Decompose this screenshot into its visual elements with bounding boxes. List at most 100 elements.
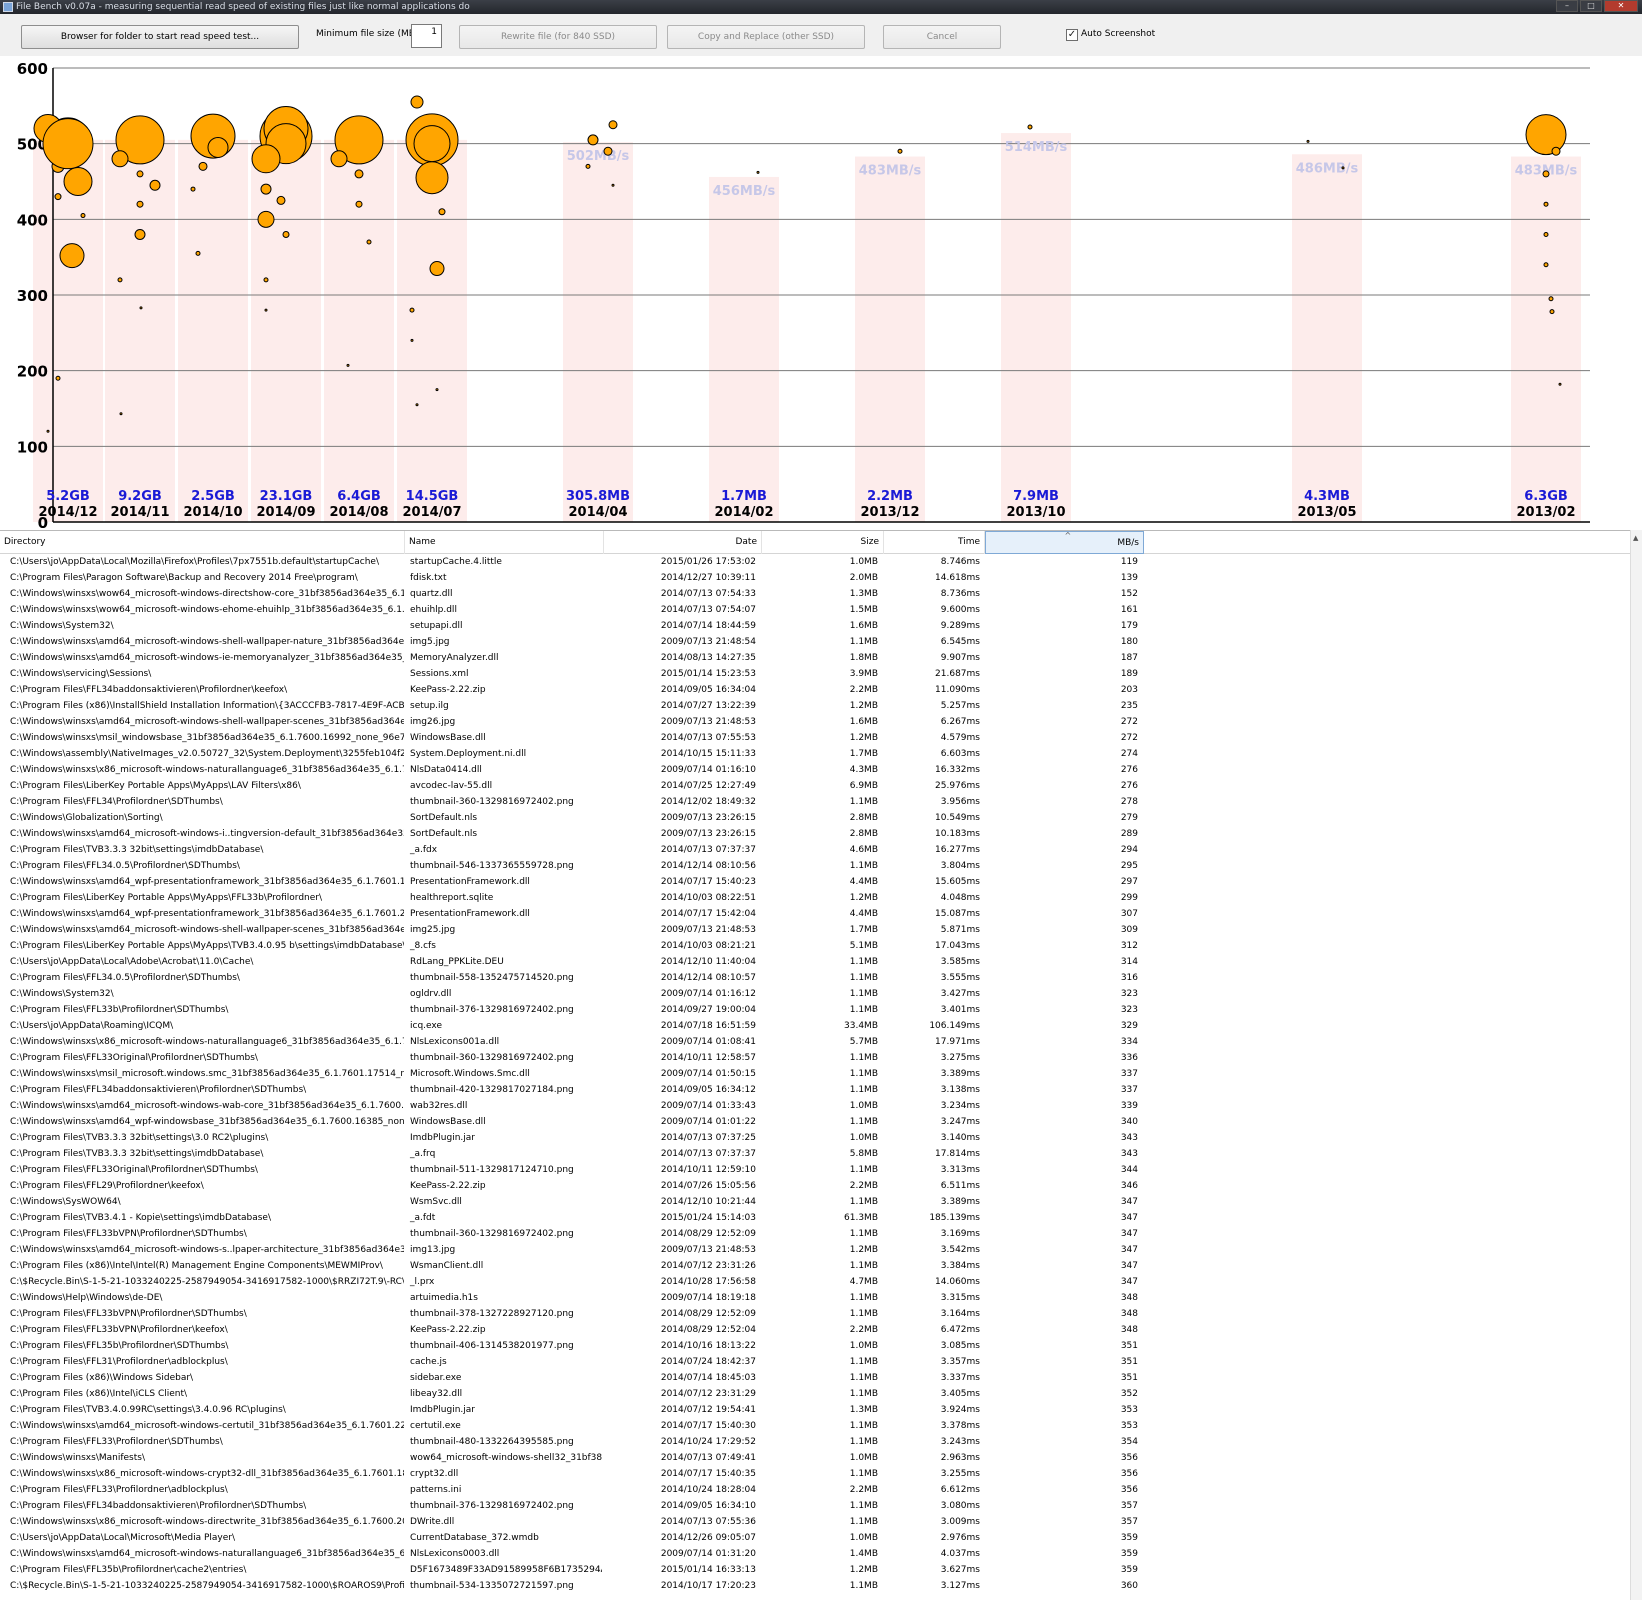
table-row[interactable]: C:\Windows\Globalization\Sorting\ SortDef… — [0, 810, 1630, 826]
table-row[interactable]: C:\Program Files\TVB3.4.1 - Kopie\settin… — [0, 1210, 1630, 1226]
table-row[interactable]: C:\Windows\winsxs\amd64_microsoft-window… — [0, 650, 1630, 666]
table-row[interactable]: C:\Windows\winsxs\amd64_microsoft-window… — [0, 714, 1630, 730]
table-row[interactable]: C:\Windows\System32\ ogldrv.dll 2009/07/14… — [0, 986, 1630, 1002]
cell-time: 9.907ms — [940, 653, 980, 663]
vertical-scrollbar[interactable]: ▲ — [1630, 530, 1642, 1600]
table-row[interactable]: C:\Windows\winsxs\x86_microsoft-windows-… — [0, 762, 1630, 778]
table-row[interactable]: C:\Windows\winsxs\x86_microsoft-windows-… — [0, 1034, 1630, 1050]
cell-name: SortDefault.nls — [410, 813, 478, 823]
table-row[interactable]: C:\Program Files\FFL33Original\Profilord… — [0, 1162, 1630, 1178]
table-row[interactable]: C:\Users\jo\AppData\Local\Microsoft\Medi… — [0, 1530, 1630, 1546]
table-row[interactable]: C:\Program Files\FFL34baddonsaktivieren\… — [0, 682, 1630, 698]
table-row[interactable]: C:\Windows\SysWOW64\ WsmSvc.dll 2014/12/10… — [0, 1194, 1630, 1210]
table-row[interactable]: C:\Program Files\FFL29\Profilordner\keef… — [0, 1178, 1630, 1194]
cell-date: 2014/10/03 08:21:21 — [660, 941, 756, 951]
cell-directory: C:\Windows\winsxs\wow64_microsoft-window… — [10, 589, 404, 599]
table-row[interactable]: C:\Windows\winsxs\amd64_microsoft-window… — [0, 922, 1630, 938]
table-row[interactable]: C:\Users\jo\AppData\Roaming\ICQM\ icq.exe… — [0, 1018, 1630, 1034]
table-row[interactable]: C:\Windows\servicing\Sessions\ Sessions.x… — [0, 666, 1630, 682]
table-row[interactable]: C:\Program Files\FFL35b\Profilordner\cac… — [0, 1562, 1630, 1578]
table-row[interactable]: C:\Windows\winsxs\Manifests\ wow64_micros… — [0, 1450, 1630, 1466]
table-row[interactable]: C:\Program Files\FFL35b\Profilordner\SDT… — [0, 1338, 1630, 1354]
column-header-time[interactable]: Time — [884, 531, 985, 554]
column-header-size[interactable]: Size — [762, 531, 884, 554]
table-row[interactable]: C:\Windows\assembly\NativeImages_v2.0.50… — [0, 746, 1630, 762]
cell-directory: C:\Program Files\FFL33Original\Profilord… — [10, 1165, 258, 1175]
cell-size: 2.0MB — [849, 573, 878, 583]
table-row[interactable]: C:\Windows\winsxs\amd64_wpf-presentation… — [0, 874, 1630, 890]
cell-date: 2009/07/14 01:01:22 — [660, 1117, 756, 1127]
table-row[interactable]: C:\Program Files\Paragon Software\Backup… — [0, 570, 1630, 586]
data-bubble — [1525, 114, 1567, 156]
maximize-button[interactable]: □ — [1580, 0, 1602, 12]
table-row[interactable]: C:\Program Files\TVB3.3.3 32bit\settings… — [0, 1130, 1630, 1146]
table-row[interactable]: C:\Program Files\FFL31\Profilordner\adbl… — [0, 1354, 1630, 1370]
table-row[interactable]: C:\Program Files\FFL34.0.5\Profilordner\… — [0, 858, 1630, 874]
table-row[interactable]: C:\Program Files\FFL34baddonsaktivieren\… — [0, 1498, 1630, 1514]
cell-mbs: 347 — [1120, 1213, 1138, 1223]
cell-date: 2014/12/26 09:05:07 — [660, 1533, 756, 1543]
table-row[interactable]: C:\Windows\winsxs\amd64_microsoft-window… — [0, 1242, 1630, 1258]
table-row[interactable]: C:\Users\jo\AppData\Local\Mozilla\Firefo… — [0, 554, 1630, 570]
table-row[interactable]: C:\Windows\winsxs\x86_microsoft-windows-… — [0, 1466, 1630, 1482]
rewrite-file-button[interactable]: Rewrite file (for 840 SSD) — [459, 25, 657, 49]
table-row[interactable]: C:\Windows\System32\ setupapi.dll 2014/07/… — [0, 618, 1630, 634]
copy-replace-button[interactable]: Copy and Replace (other SSD) — [667, 25, 865, 49]
table-row[interactable]: C:\Windows\winsxs\amd64_wpf-windowsbase_… — [0, 1114, 1630, 1130]
table-row[interactable]: C:\Windows\winsxs\msil_windowsbase_31bf3… — [0, 730, 1630, 746]
table-row[interactable]: C:\Windows\Help\Windows\de-DE\ artuimedia… — [0, 1290, 1630, 1306]
table-row[interactable]: C:\Windows\winsxs\amd64_microsoft-window… — [0, 634, 1630, 650]
table-row[interactable]: C:\Program Files\FFL33b\Profilordner\SDT… — [0, 1002, 1630, 1018]
table-header: Directory Name Date Size Time ^ MB/s — [0, 530, 1642, 554]
cancel-button[interactable]: Cancel — [883, 25, 1001, 49]
table-row[interactable]: C:\Windows\winsxs\wow64_microsoft-window… — [0, 586, 1630, 602]
data-bubble — [276, 195, 286, 205]
data-bubble — [438, 208, 446, 216]
column-header-directory[interactable]: Directory — [0, 531, 405, 554]
table-row[interactable]: C:\Windows\winsxs\amd64_wpf-presentation… — [0, 906, 1630, 922]
table-row[interactable]: C:\Program Files\FFL33\Profilordner\SDTh… — [0, 1434, 1630, 1450]
table-row[interactable]: C:\Windows\winsxs\msil_microsoft.windows… — [0, 1066, 1630, 1082]
table-row[interactable]: C:\Program Files\FFL33bVPN\Profilordner\… — [0, 1306, 1630, 1322]
band-size-label: 5.2GB — [46, 489, 90, 504]
table-row[interactable]: C:\Windows\winsxs\amd64_microsoft-window… — [0, 1546, 1630, 1562]
auto-screenshot-checkbox[interactable]: ✓ — [1066, 29, 1078, 41]
table-row[interactable]: C:\Program Files\TVB3.3.3 32bit\settings… — [0, 842, 1630, 858]
close-button[interactable]: ✕ — [1604, 0, 1638, 12]
table-row[interactable]: C:\Program Files\TVB3.4.0.99RC\settings\… — [0, 1402, 1630, 1418]
table-row[interactable]: C:\Program Files (x86)\Intel\Intel(R) Ma… — [0, 1258, 1630, 1274]
table-row[interactable]: C:\Program Files\LiberKey Portable Apps\… — [0, 778, 1630, 794]
cell-name: thumbnail-480-1332264395585.png — [410, 1437, 574, 1447]
table-row[interactable]: C:\Windows\winsxs\amd64_microsoft-window… — [0, 1098, 1630, 1114]
table-row[interactable]: C:\Program Files (x86)\Intel\iCLS Client… — [0, 1386, 1630, 1402]
table-row[interactable]: C:\Program Files\FFL34\Profilordner\SDTh… — [0, 794, 1630, 810]
scroll-up-icon[interactable]: ▲ — [1633, 534, 1640, 544]
band-month-label: 2014/08 — [329, 505, 388, 520]
min-size-input[interactable]: 1 — [411, 24, 442, 48]
table-row[interactable]: C:\Program Files\FFL33\Profilordner\adbl… — [0, 1482, 1630, 1498]
cell-mbs: 339 — [1120, 1101, 1138, 1111]
table-row[interactable]: C:\Program Files\LiberKey Portable Apps\… — [0, 938, 1630, 954]
column-header-name[interactable]: Name — [405, 531, 604, 554]
table-row[interactable]: C:\Program Files\FFL33bVPN\Profilordner\… — [0, 1322, 1630, 1338]
column-header-date[interactable]: Date — [604, 531, 762, 554]
table-row[interactable]: C:\Program Files\FFL33bVPN\Profilordner\… — [0, 1226, 1630, 1242]
minimize-button[interactable]: – — [1556, 0, 1578, 12]
table-row[interactable]: C:\Program Files\LiberKey Portable Apps\… — [0, 890, 1630, 906]
browse-folder-button[interactable]: Browser for folder to start read speed t… — [21, 25, 299, 49]
cell-size: 4.4MB — [849, 877, 878, 887]
table-row[interactable]: C:\Windows\winsxs\amd64_microsoft-window… — [0, 1418, 1630, 1434]
table-row[interactable]: C:\Program Files\TVB3.3.3 32bit\settings… — [0, 1146, 1630, 1162]
table-row[interactable]: C:\Windows\winsxs\wow64_microsoft-window… — [0, 602, 1630, 618]
table-row[interactable]: C:\Program Files\FFL34baddonsaktivieren\… — [0, 1082, 1630, 1098]
table-row[interactable]: C:\Program Files\FFL33Original\Profilord… — [0, 1050, 1630, 1066]
table-row[interactable]: C:\Program Files (x86)\Windows Sidebar\ s… — [0, 1370, 1630, 1386]
column-header-mbs[interactable]: ^ MB/s — [985, 531, 1144, 554]
table-row[interactable]: C:\Program Files\FFL34.0.5\Profilordner\… — [0, 970, 1630, 986]
table-row[interactable]: C:\$Recycle.Bin\S-1-5-21-1033240225-2587… — [0, 1578, 1630, 1594]
table-row[interactable]: C:\Users\jo\AppData\Local\Adobe\Acrobat\… — [0, 954, 1630, 970]
table-row[interactable]: C:\$Recycle.Bin\S-1-5-21-1033240225-2587… — [0, 1274, 1630, 1290]
table-row[interactable]: C:\Windows\winsxs\amd64_microsoft-window… — [0, 826, 1630, 842]
table-row[interactable]: C:\Windows\winsxs\x86_microsoft-windows-… — [0, 1514, 1630, 1530]
table-row[interactable]: C:\Program Files (x86)\InstallShield Ins… — [0, 698, 1630, 714]
